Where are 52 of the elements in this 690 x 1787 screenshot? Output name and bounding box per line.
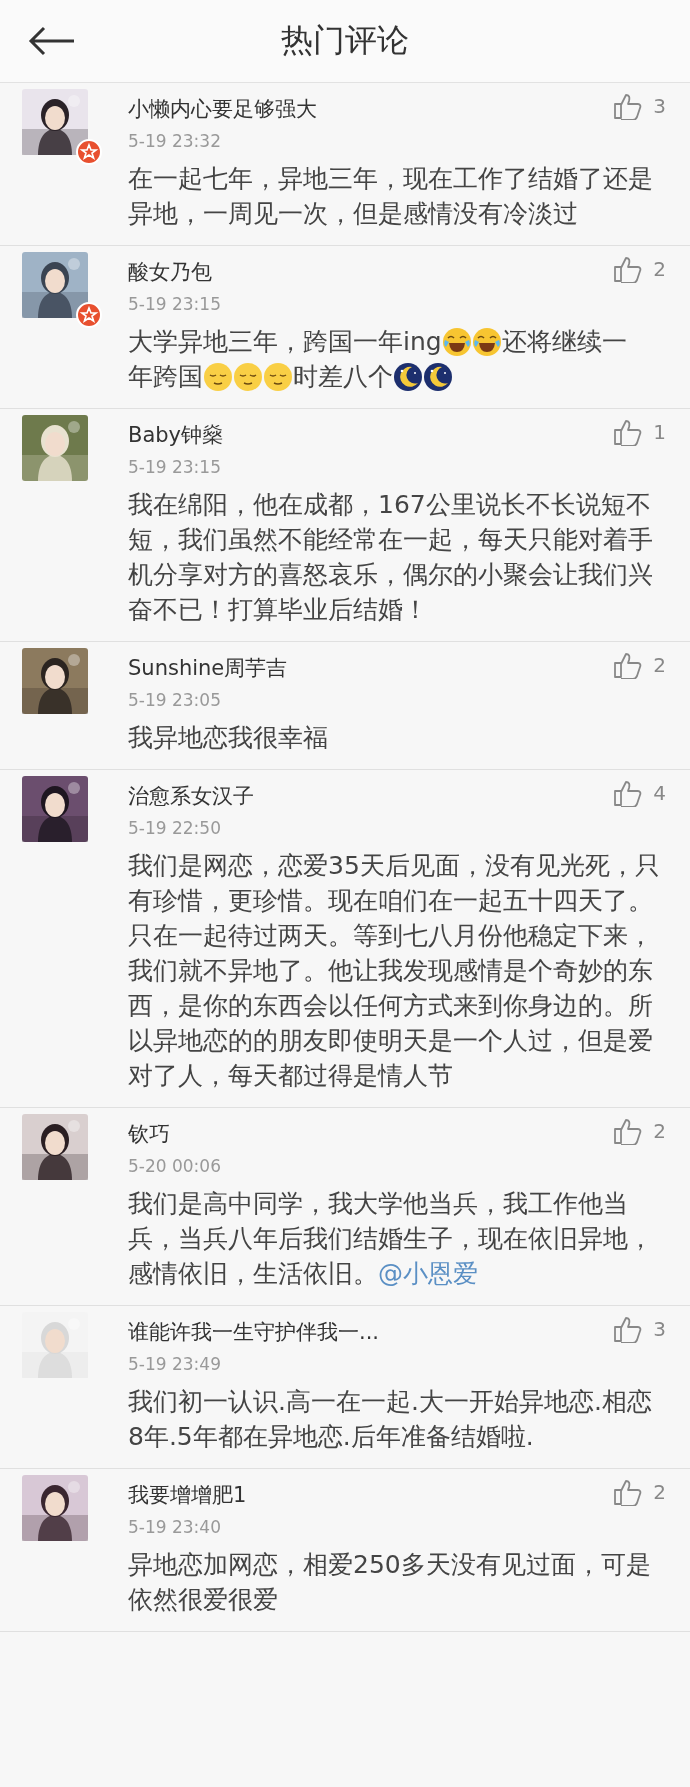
- moon-icon: [423, 361, 453, 392]
- like-count: 4: [653, 781, 666, 805]
- moon-icon: [393, 361, 423, 392]
- page-title: 热门评论: [281, 20, 409, 61]
- comment-text: 我异地恋我很幸福: [128, 723, 328, 752]
- comment-text: 在一起七年，异地三年，现在工作了结婚了还是异地，一周见一次，但是感情没有冷淡过: [128, 164, 653, 228]
- smiling-emoji-icon: [233, 361, 263, 392]
- comment-text: 我在绵阳，他在成都，167公里说长不长说短不短，我们虽然不能经常在一起，每天只能对着手机分享对方的喜怒哀乐，偶尔的小聚会让我们兴奋不已！打算毕业后结婚！: [128, 490, 653, 624]
- comment-text: 我们是网恋，恋爱35天后见面，没有见光死，只有珍惜，更珍惜。现在咱们在一起五十四天了。只在一起待过两天。等到七八月份他稳定下来，我们就不异地了。他让我发现感情是个奇妙的东西，是你的东西会以任何方式来到你身边的。所以异地恋的的朋友即使明天是一个人过，但是爱对了人，每天都过得是情人节: [128, 851, 660, 1090]
- like-count: 3: [653, 1317, 666, 1341]
- comment-time: 5-19 23:15: [128, 457, 222, 477]
- back-arrow-icon[interactable]: [28, 26, 76, 56]
- thumbs-up-icon[interactable]: [613, 779, 644, 807]
- comment-text: 异地恋加网恋，相爱250多天没有见过面，可是依然很爱很爱: [128, 1550, 651, 1614]
- thumbs-up-icon[interactable]: [613, 1315, 644, 1343]
- like-count: 2: [653, 257, 666, 281]
- comment-time: 5-19 23:15: [128, 294, 222, 314]
- user-name[interactable]: Baby钟燊: [128, 415, 224, 449]
- comment-time: 5-19 23:49: [128, 1354, 222, 1374]
- comment-time: 5-19 23:32: [128, 131, 222, 151]
- thumbs-up-icon[interactable]: [613, 651, 644, 679]
- laughing-emoji-icon: [441, 326, 472, 357]
- comment-text: 年跨国: [128, 361, 203, 393]
- user-name[interactable]: 酸女乃包: [128, 252, 212, 286]
- like-count: 2: [653, 1480, 666, 1504]
- thumbs-up-icon[interactable]: [613, 1478, 644, 1506]
- user-name[interactable]: 我要增增肥1: [128, 1475, 247, 1509]
- user-name[interactable]: Sunshine周芋吉: [128, 648, 288, 682]
- comment-text: 大学异地三年，跨国一年ing: [128, 326, 442, 358]
- smiling-emoji-icon: [203, 361, 233, 392]
- comment-time: 5-19 22:50: [128, 818, 222, 838]
- thumbs-up-icon[interactable]: [613, 255, 644, 283]
- thumbs-up-icon[interactable]: [613, 92, 644, 120]
- comment-time: 5-19 23:05: [128, 690, 222, 710]
- laughing-emoji-icon: [471, 326, 502, 357]
- like-count: 3: [653, 94, 666, 118]
- like-count: 1: [653, 420, 666, 444]
- comment-text: 时差八个: [293, 361, 393, 393]
- smiling-emoji-icon: [263, 361, 293, 392]
- comment-text: 我们是高中同学，我大学他当兵，我工作他当兵，当兵八年后我们结婚生子，现在依旧异地，感情依旧，生活依旧。@小恩爱: [128, 1189, 653, 1288]
- user-name[interactable]: 小懒内心要足够强大: [128, 89, 317, 123]
- user-name[interactable]: 钦巧: [128, 1114, 170, 1148]
- comment-text: 我们初一认识.高一在一起.大一开始异地恋.相恋8年.5年都在异地恋.后年准备结婚啦.: [128, 1387, 652, 1451]
- user-name[interactable]: 谁能许我一生守护伴我一...: [128, 1312, 380, 1346]
- like-count: 2: [653, 1119, 666, 1143]
- thumbs-up-icon[interactable]: [613, 418, 644, 446]
- comment-text: 还将继续一: [501, 326, 627, 358]
- user-name[interactable]: 治愈系女汉子: [128, 776, 254, 810]
- thumbs-up-icon[interactable]: [613, 1117, 644, 1145]
- like-count: 2: [653, 653, 666, 677]
- comment-time: 5-19 23:40: [128, 1517, 222, 1537]
- comment-time: 5-20 00:06: [128, 1156, 222, 1176]
